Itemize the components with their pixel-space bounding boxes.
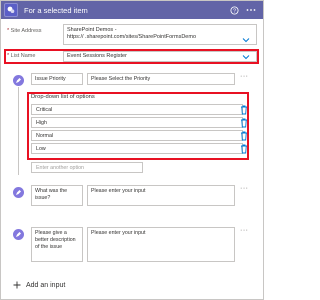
input-value-text: Please Select the Priority: [91, 76, 151, 82]
add-option-placeholder: Enter another option: [36, 165, 85, 171]
input-value-field[interactable]: Please Select the Priority: [87, 73, 235, 85]
input-value-text: Please enter your input: [91, 188, 146, 194]
site-address-field[interactable]: SharePoint Demos - https:// .sharepoint.…: [63, 24, 257, 45]
list-name-chevron-down-icon[interactable]: [242, 54, 250, 60]
delete-icon[interactable]: [240, 131, 248, 141]
option-text: Normal: [36, 133, 54, 139]
option-field[interactable]: Normal: [31, 130, 243, 141]
sharepoint-app-icon: [4, 3, 18, 17]
option-field[interactable]: High: [31, 117, 243, 128]
more-dots-icon[interactable]: [246, 5, 256, 15]
list-name-value: Event Sessions Register: [67, 53, 127, 59]
input-connector: [18, 87, 19, 175]
trigger-card: For a selected item ? * Site Address Sha…: [0, 0, 264, 300]
question-circle-icon[interactable]: ?: [229, 5, 239, 15]
input-title-text: What was the issue?: [35, 188, 68, 201]
list-name-dropdown[interactable]: Event Sessions Register: [63, 51, 257, 62]
site-address-chevron-down-icon[interactable]: [242, 37, 250, 43]
svg-text:?: ?: [233, 8, 236, 14]
add-input-button[interactable]: Add an input: [13, 281, 65, 289]
input-type-icon: [13, 75, 24, 86]
option-text: Critical: [36, 107, 53, 113]
list-name-label: * List Name: [7, 53, 36, 59]
site-address-line1: SharePoint Demos -: [67, 27, 117, 33]
input-title-field[interactable]: Issue Priority: [31, 73, 83, 85]
delete-icon[interactable]: [240, 105, 248, 115]
add-input-label: Add an input: [26, 281, 66, 289]
input-value-text: Please enter your input: [91, 230, 146, 236]
input-title-text: Please give a better description of the …: [35, 230, 76, 250]
site-address-line2: https:// .sharepoint.com/sites/SharePoin…: [67, 34, 196, 40]
more-dots-icon[interactable]: ···: [240, 185, 249, 192]
plus-icon: [13, 281, 21, 289]
input-title-field[interactable]: What was the issue?: [31, 185, 83, 206]
more-dots-icon[interactable]: ···: [240, 73, 249, 80]
option-field[interactable]: Low: [31, 143, 243, 154]
delete-icon[interactable]: [240, 118, 248, 128]
input-value-field[interactable]: Please enter your input: [87, 227, 235, 262]
input-title-field[interactable]: Please give a better description of the …: [31, 227, 83, 262]
input-value-field[interactable]: Please enter your input: [87, 185, 235, 206]
dropdown-options-list: Critical High Normal Low: [31, 104, 243, 156]
option-text: Low: [36, 146, 46, 152]
option-field[interactable]: Critical: [31, 104, 243, 115]
delete-icon[interactable]: [240, 144, 248, 154]
card-title: For a selected item: [24, 5, 88, 15]
input-title-text: Issue Priority: [35, 76, 66, 82]
input-type-icon: [13, 229, 24, 240]
input-type-icon: [13, 187, 24, 198]
option-text: High: [36, 120, 47, 126]
dropdown-options-label: Drop-down list of options: [31, 94, 95, 100]
site-address-label: * Site Address: [7, 28, 42, 34]
card-header[interactable]: For a selected item ?: [1, 1, 263, 19]
add-option-field[interactable]: Enter another option: [31, 162, 143, 173]
more-dots-icon[interactable]: ···: [240, 227, 249, 234]
